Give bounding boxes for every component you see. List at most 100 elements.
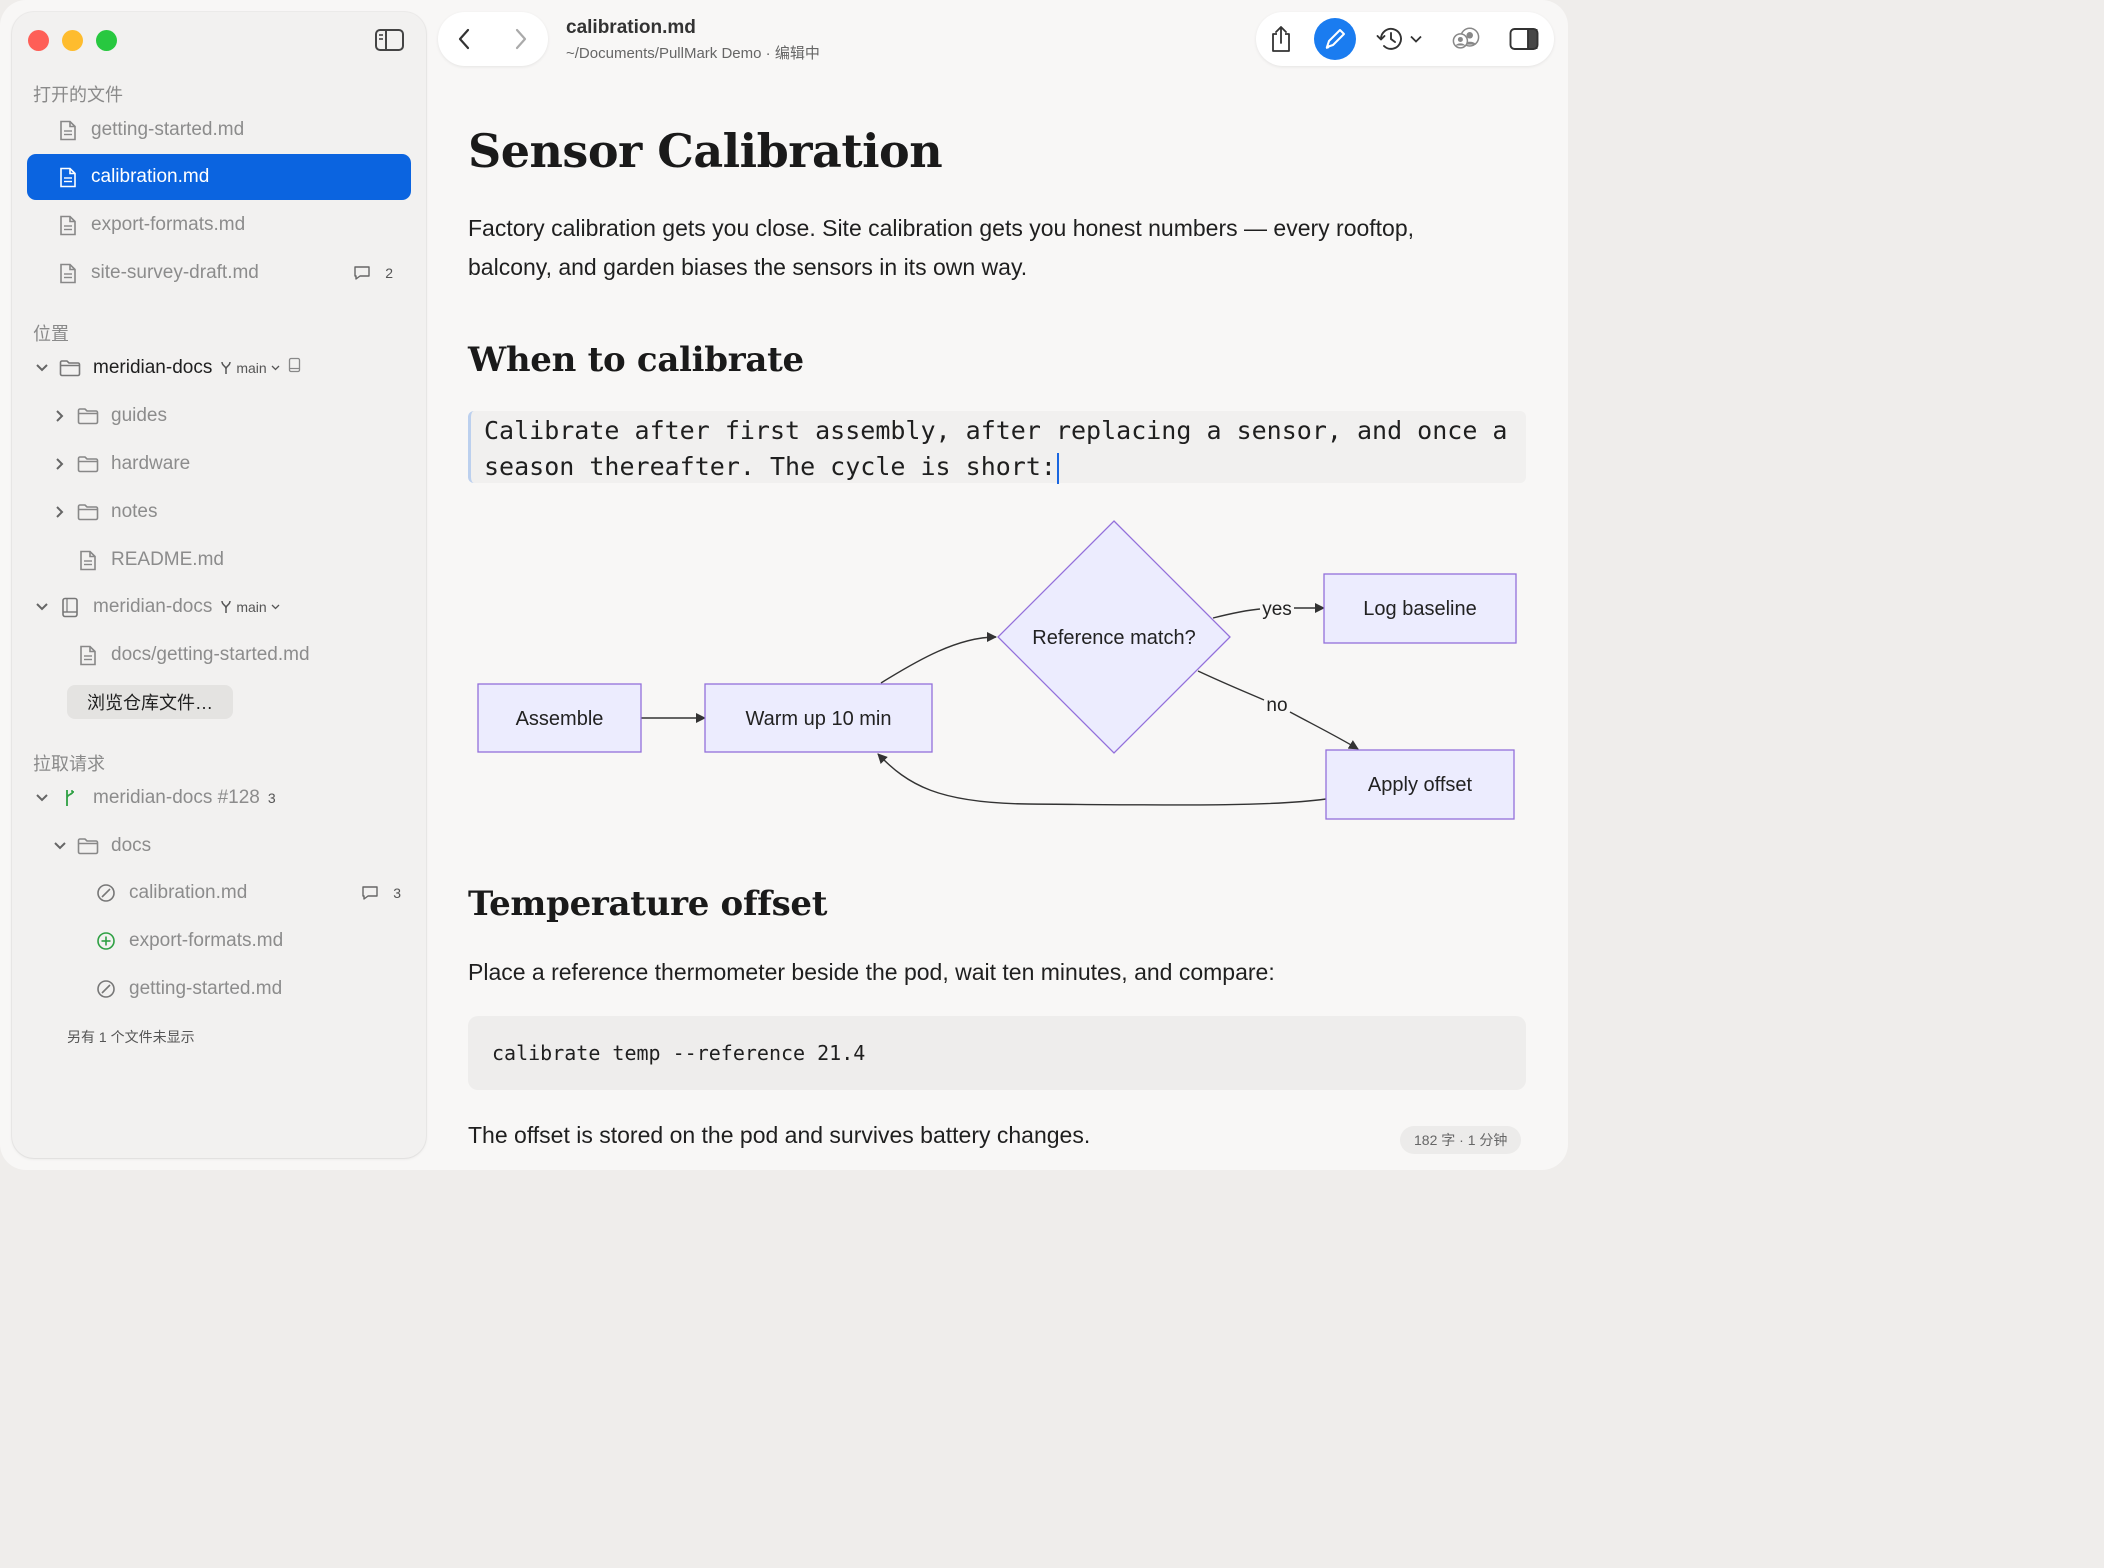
open-file-site-survey-draft[interactable]: site-survey-draft.md 2 xyxy=(27,250,411,296)
repo-meridian-docs-local[interactable]: meridian-docs main xyxy=(27,345,411,391)
branch-name: main xyxy=(236,360,267,376)
forward-arrow-icon[interactable] xyxy=(508,26,534,52)
inspector-panel-icon[interactable] xyxy=(1508,25,1540,53)
repo-book-icon xyxy=(288,357,301,379)
edge-label-no: no xyxy=(1266,695,1287,716)
chevron-down-icon xyxy=(271,604,280,610)
heading-when-to-calibrate: When to calibrate xyxy=(468,340,804,380)
node-label: Apply offset xyxy=(1368,774,1473,796)
pr-folder-docs[interactable]: docs xyxy=(27,823,411,869)
document-title: calibration.md xyxy=(566,17,696,38)
folder-guides[interactable]: guides xyxy=(27,393,411,439)
open-file-getting-started[interactable]: getting-started.md xyxy=(27,107,411,153)
locations-heading: 位置 xyxy=(33,324,69,344)
editing-line-1: Calibrate after first assembly, after re… xyxy=(484,416,1508,445)
folder-icon xyxy=(77,835,99,857)
editing-line-2: season thereafter. The cycle is short: xyxy=(484,452,1056,481)
repo-name: meridian-docs xyxy=(93,357,213,378)
branch-selector[interactable]: main xyxy=(220,599,280,615)
folder-icon xyxy=(77,405,99,427)
chevron-down-icon[interactable] xyxy=(33,598,51,616)
branch-icon xyxy=(221,361,232,374)
pull-request-128[interactable]: meridian-docs #128 3 xyxy=(27,775,411,821)
chevron-down-icon[interactable] xyxy=(33,359,51,377)
pr-file-getting-started[interactable]: getting-started.md xyxy=(27,966,411,1012)
folder-notes[interactable]: notes xyxy=(27,489,411,535)
file-readme[interactable]: README.md xyxy=(27,537,411,583)
document-heading-1: Sensor Calibration xyxy=(468,124,943,178)
sidebar: 打开的文件 getting-started.md calibration.md … xyxy=(12,12,426,1158)
document-icon xyxy=(57,214,79,236)
folder-icon xyxy=(59,357,81,379)
chevron-right-icon[interactable] xyxy=(51,455,69,473)
text-caret xyxy=(1056,452,1059,484)
heading-temperature-offset: Temperature offset xyxy=(468,884,828,924)
folder-icon xyxy=(77,453,99,475)
active-editing-block[interactable]: Calibrate after first assembly, after re… xyxy=(468,411,1526,484)
branch-icon xyxy=(221,600,232,613)
node-warm-up[interactable]: Warm up 10 min xyxy=(704,683,933,753)
pr-file-calibration[interactable]: calibration.md 3 xyxy=(27,870,411,916)
file-label: calibration.md xyxy=(129,882,248,903)
node-assemble[interactable]: Assemble xyxy=(477,683,642,753)
repo-meridian-docs-remote[interactable]: meridian-docs main xyxy=(27,584,411,630)
comment-count-badge: 3 xyxy=(361,885,401,901)
collaborators-icon[interactable] xyxy=(1452,25,1480,53)
code-block[interactable]: calibrate temp --reference 21.4 xyxy=(468,1016,1526,1090)
node-reference-match[interactable]: Reference match? xyxy=(997,520,1231,754)
node-label: Reference match? xyxy=(1032,627,1195,649)
browse-repo-files-button[interactable]: 浏览仓库文件… xyxy=(67,685,233,719)
open-files-heading: 打开的文件 xyxy=(33,85,123,105)
app-window: 打开的文件 getting-started.md calibration.md … xyxy=(0,0,1568,1170)
comment-icon xyxy=(362,886,378,900)
pr-file-export-formats[interactable]: export-formats.md xyxy=(27,918,411,964)
branch-selector[interactable]: main xyxy=(220,360,280,376)
zoom-window-button[interactable] xyxy=(96,30,117,51)
file-label: calibration.md xyxy=(91,166,210,187)
folder-hardware[interactable]: hardware xyxy=(27,441,411,487)
modified-status-icon xyxy=(95,882,117,904)
node-label: Log baseline xyxy=(1363,598,1476,620)
edge-decision-no-a xyxy=(1197,670,1265,701)
chevron-right-icon[interactable] xyxy=(51,407,69,425)
history-clock-icon xyxy=(1376,27,1402,50)
temperature-paragraph[interactable]: Place a reference thermometer beside the… xyxy=(468,953,1528,992)
pull-request-name: meridian-docs #128 xyxy=(93,787,260,808)
intro-paragraph[interactable]: Factory calibration gets you close. Site… xyxy=(468,209,1528,287)
file-docs-getting-started[interactable]: docs/getting-started.md xyxy=(27,632,411,678)
edit-mode-button[interactable] xyxy=(1314,18,1356,60)
sidebar-toggle-icon[interactable] xyxy=(374,27,406,53)
folder-icon xyxy=(77,501,99,523)
open-file-export-formats[interactable]: export-formats.md xyxy=(27,202,411,248)
document-path: ~/Documents/PullMark Demo · 编辑中 xyxy=(566,45,820,62)
node-log-baseline[interactable]: Log baseline xyxy=(1323,573,1517,644)
window-controls xyxy=(28,30,117,51)
chevron-down-icon[interactable] xyxy=(51,837,69,855)
edge-apply-warmup xyxy=(877,753,1327,806)
word-count-badge: 182 字 · 1 分钟 xyxy=(1400,1126,1522,1154)
open-file-calibration[interactable]: calibration.md xyxy=(27,154,411,200)
back-arrow-icon[interactable] xyxy=(451,26,477,52)
file-label: site-survey-draft.md xyxy=(91,262,259,283)
pull-request-icon xyxy=(59,787,81,809)
navigation-buttons xyxy=(438,12,548,66)
minimize-window-button[interactable] xyxy=(62,30,83,51)
file-label: getting-started.md xyxy=(91,119,245,140)
calibration-flowchart[interactable]: Assemble Warm up 10 min Reference match?… xyxy=(468,505,1528,835)
chevron-down-icon[interactable] xyxy=(33,789,51,807)
share-icon[interactable] xyxy=(1267,25,1295,53)
close-window-button[interactable] xyxy=(28,30,49,51)
document-icon xyxy=(57,262,79,284)
node-apply-offset[interactable]: Apply offset xyxy=(1325,749,1515,820)
folder-label: guides xyxy=(111,405,167,426)
pull-request-count: 3 xyxy=(267,790,276,806)
hidden-files-note: 另有 1 个文件未显示 xyxy=(67,1029,195,1045)
comment-count: 3 xyxy=(393,885,401,901)
closing-paragraph[interactable]: The offset is stored on the pod and surv… xyxy=(468,1116,1528,1155)
history-menu[interactable] xyxy=(1374,25,1424,53)
intro-line-2: balcony, and garden biases the sensors i… xyxy=(468,254,1028,280)
pull-requests-heading: 拉取请求 xyxy=(33,754,105,774)
chevron-down-icon xyxy=(271,365,280,371)
intro-line-1: Factory calibration gets you close. Site… xyxy=(468,215,1415,241)
chevron-right-icon[interactable] xyxy=(51,503,69,521)
